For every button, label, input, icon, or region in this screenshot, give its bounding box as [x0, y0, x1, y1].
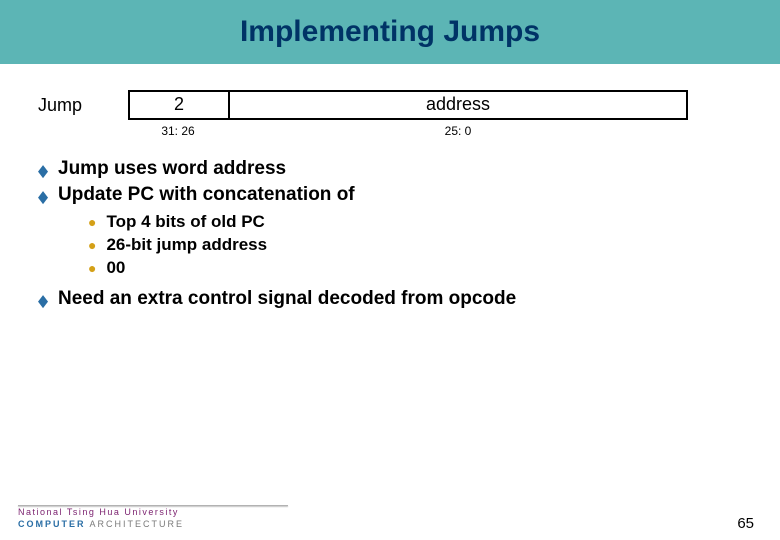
- diamond-bullet-icon: ◆: [38, 291, 48, 312]
- diamond-bullet-icon: ◆: [38, 161, 48, 182]
- bullet-item: ◆ Jump uses word address: [38, 158, 742, 180]
- slide-content: Jump 2 address 31: 26 25: 0 ◆ Jump uses …: [0, 64, 780, 540]
- sub-bullet-item: ● 00: [88, 258, 742, 278]
- sub-bullet-list: ● Top 4 bits of old PC ● 26-bit jump add…: [88, 212, 742, 278]
- dept-part2: ARCHITECTURE: [90, 519, 185, 529]
- slide: Implementing Jumps Jump 2 address 31: 26…: [0, 0, 780, 540]
- slide-title: Implementing Jumps: [0, 0, 780, 64]
- bullet-item: ◆ Need an extra control signal decoded f…: [38, 288, 742, 310]
- sub-bullet-text: Top 4 bits of old PC: [106, 212, 264, 232]
- department-name: COMPUTER ARCHITECTURE: [18, 520, 288, 530]
- sub-bullet-text: 26-bit jump address: [106, 235, 267, 255]
- bullet-item: ◆ Update PC with concatenation of: [38, 184, 742, 206]
- page-number: 65: [737, 515, 754, 532]
- address-cell: address: [230, 92, 686, 118]
- footer-divider: [18, 505, 288, 506]
- bullet-list: ◆ Jump uses word address ◆ Update PC wit…: [38, 158, 742, 310]
- circle-bullet-icon: ●: [88, 237, 96, 253]
- opcode-bits-label: 31: 26: [128, 124, 228, 138]
- bullet-text: Need an extra control signal decoded fro…: [58, 288, 516, 310]
- circle-bullet-icon: ●: [88, 214, 96, 230]
- sub-bullet-item: ● 26-bit jump address: [88, 235, 742, 255]
- instruction-label: Jump: [38, 95, 128, 116]
- slide-footer: National Tsing Hua University COMPUTER AR…: [0, 505, 780, 530]
- circle-bullet-icon: ●: [88, 260, 96, 276]
- bit-range-row: 31: 26 25: 0: [128, 124, 688, 138]
- university-name: National Tsing Hua University: [18, 508, 288, 518]
- bullet-text: Jump uses word address: [58, 158, 286, 180]
- instruction-format-row: Jump 2 address: [38, 90, 742, 120]
- sub-bullet-item: ● Top 4 bits of old PC: [88, 212, 742, 232]
- address-bits-label: 25: 0: [228, 124, 688, 138]
- instruction-table: 2 address: [128, 90, 688, 120]
- footer-logo: National Tsing Hua University COMPUTER AR…: [18, 505, 288, 530]
- bullet-text: Update PC with concatenation of: [58, 184, 355, 206]
- sub-bullet-text: 00: [106, 258, 125, 278]
- dept-part1: COMPUTER: [18, 519, 86, 529]
- diamond-bullet-icon: ◆: [38, 187, 48, 208]
- opcode-cell: 2: [130, 92, 230, 118]
